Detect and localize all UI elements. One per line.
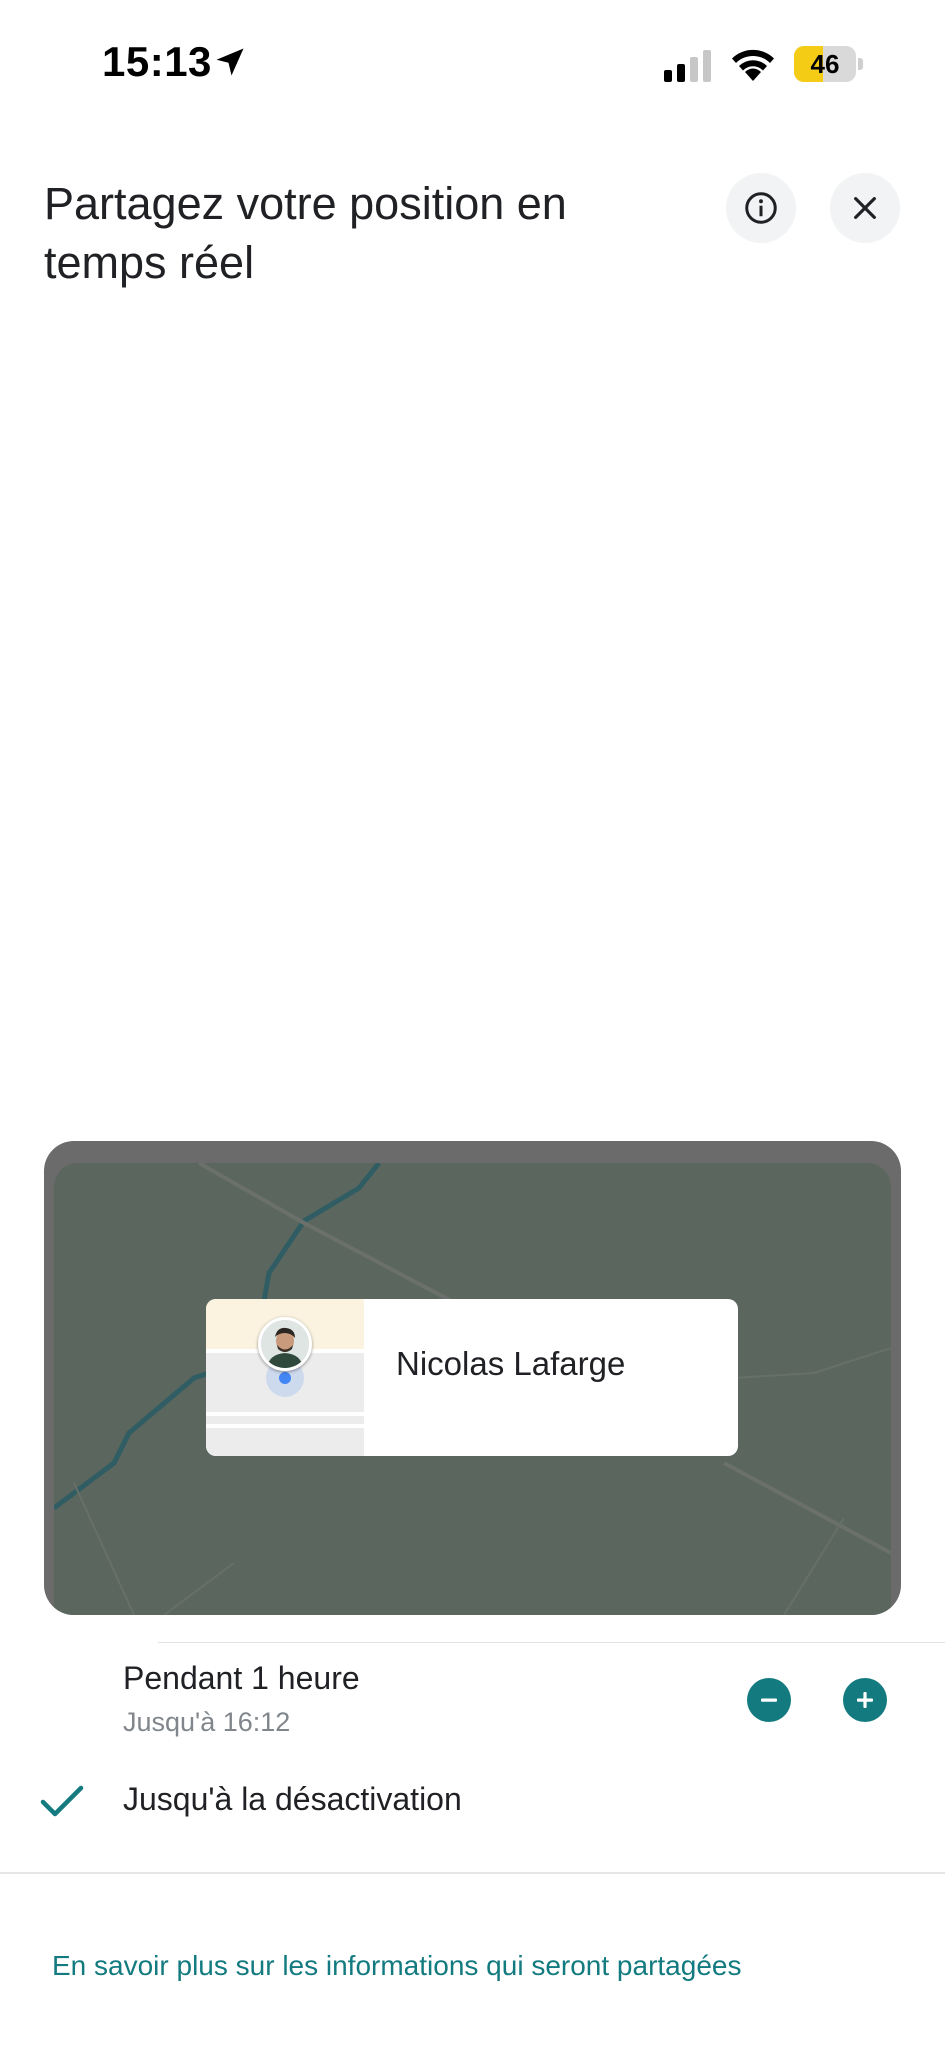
decrease-duration-button[interactable]: [747, 1678, 791, 1722]
location-arrow-icon: [216, 48, 244, 76]
mini-map: [206, 1299, 364, 1456]
info-icon: [745, 192, 777, 224]
status-time: 15:13: [102, 38, 212, 85]
close-button[interactable]: [830, 173, 900, 243]
page-title: Partagez votre position en temps réel: [44, 178, 567, 288]
cellular-signal-icon: [664, 50, 711, 82]
info-button[interactable]: [726, 173, 796, 243]
contact-name: Nicolas Lafarge: [396, 1345, 626, 1382]
duration-option-until-off[interactable]: Jusqu'à la désactivation: [123, 1781, 462, 1818]
learn-more-link[interactable]: En savoir plus sur les informations qui …: [52, 1950, 741, 1982]
plus-icon: [857, 1692, 873, 1708]
battery-indicator: 46: [794, 46, 864, 82]
divider: [0, 1872, 945, 1874]
avatar: [258, 1317, 312, 1371]
checkmark-icon: [40, 1785, 84, 1817]
duration-end-time: Jusqu'à 16:12: [123, 1707, 291, 1737]
minus-icon: [761, 1698, 777, 1702]
duration-option-one-hour[interactable]: Pendant 1 heure: [123, 1660, 360, 1697]
increase-duration-button[interactable]: [843, 1678, 887, 1722]
wifi-icon: [732, 49, 774, 81]
battery-level: 46: [810, 49, 840, 79]
divider: [158, 1642, 945, 1643]
location-preview-card: Nicolas Lafarge: [206, 1299, 738, 1456]
location-dot: [279, 1372, 291, 1384]
close-icon: [854, 197, 876, 219]
